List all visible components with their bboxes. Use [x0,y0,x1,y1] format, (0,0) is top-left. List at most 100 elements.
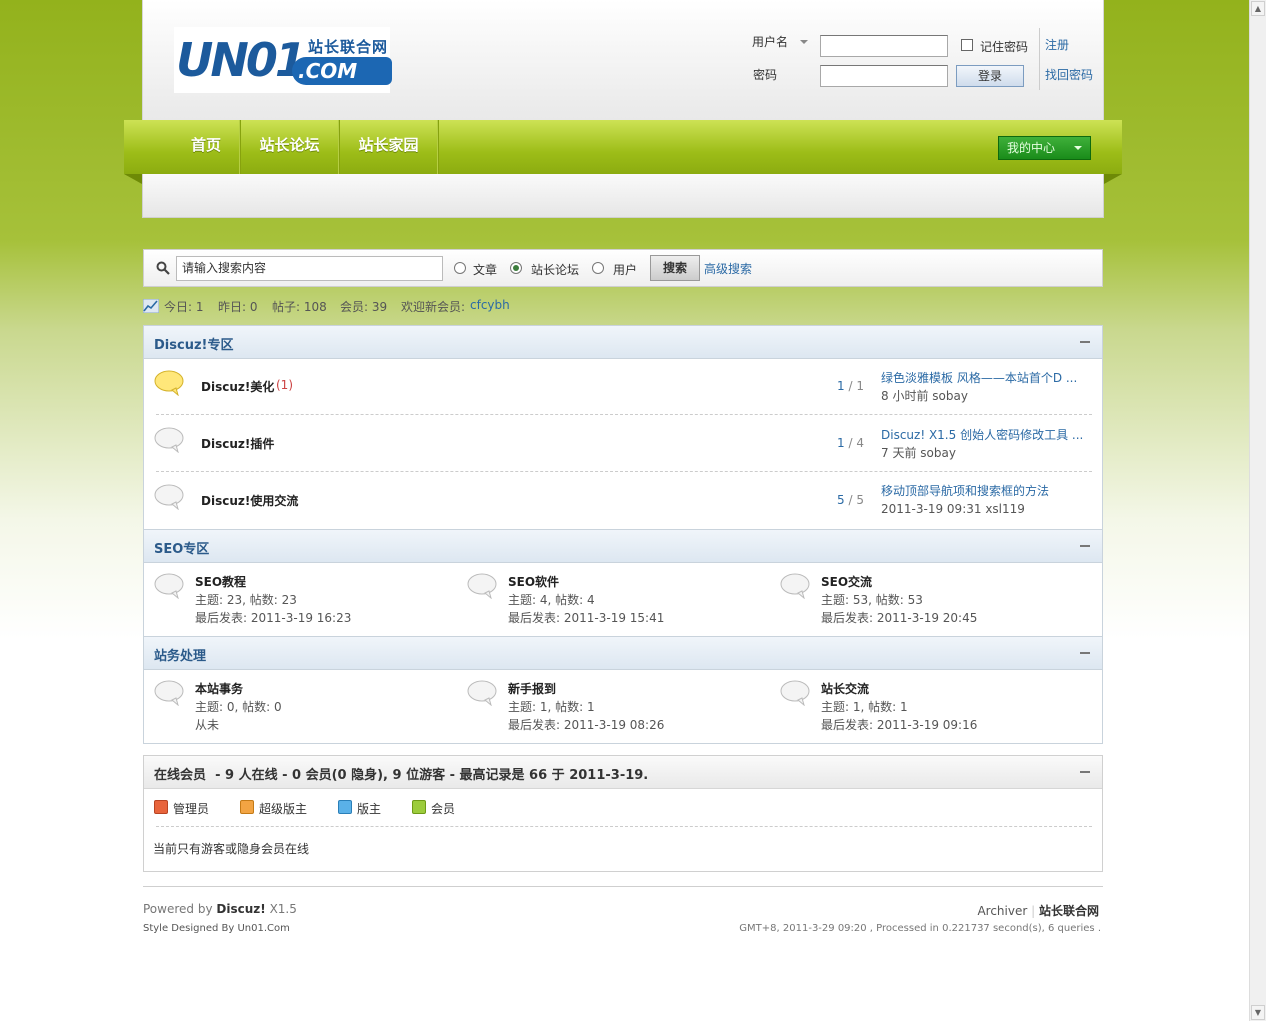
forum-name-link[interactable]: SEO教程 [195,573,246,590]
archiver-link[interactable]: Archiver [977,904,1027,918]
vertical-scrollbar[interactable]: ▲ ▼ [1249,0,1266,1021]
forum-last-post-meta: 8 小时前 sobay [881,389,968,403]
scroll-down-arrow-icon[interactable]: ▼ [1251,1005,1265,1020]
forum-bubble-icon [154,680,184,706]
forum-last-post-link[interactable]: 移动顶部导航项和搜索框的方法 [881,482,1049,499]
forum-name-link[interactable]: 新手报到 [508,680,556,697]
remember-password-checkbox[interactable] [961,39,973,51]
register-link[interactable]: 注册 [1045,36,1069,53]
logo-cn-text: 站长联合网 [308,38,389,56]
search-option-user-radio[interactable] [592,262,604,274]
forum-name-link[interactable]: Discuz!插件 [201,435,274,452]
login-divider [1039,28,1040,90]
username-input[interactable] [820,35,948,57]
forum-last-post: 最后发表: 2011-3-19 20:45 [821,611,978,625]
search-input[interactable]: 请输入搜索内容 [176,256,443,281]
search-button[interactable]: 搜索 [650,255,700,281]
forgot-password-link[interactable]: 找回密码 [1045,66,1093,83]
nav-item-forum[interactable]: 站长论坛 [242,120,337,174]
forum-counts: 主题: 23, 帖数: 23 [195,593,297,607]
moderator-user-icon [338,800,352,814]
online-title-label[interactable]: 在线会员 [154,768,206,783]
nav-separator [338,120,340,174]
forum-counts: 主题: 1, 帖数: 1 [821,700,908,714]
forum-counts: 主题: 1, 帖数: 1 [508,700,595,714]
chevron-down-icon [1074,146,1082,150]
forum-bubble-icon [780,680,810,706]
forum-last-post: 从未 [195,718,220,732]
section-title[interactable]: 站务处理 [154,645,206,664]
nav-separator [239,120,241,174]
section-title[interactable]: Discuz!专区 [154,334,233,353]
forum-name-link[interactable]: Discuz!使用交流 [201,492,298,509]
site-logo[interactable]: UN01 站长联合网 .COM [174,27,392,93]
forum-last-post-meta: 2011-3-19 09:31 xsl119 [881,502,1025,516]
forum-new-bubble-icon [154,370,184,396]
forum-last-post: 最后发表: 2011-3-19 08:26 [508,718,665,732]
logo-text: UN01 [176,33,307,87]
forum-bubble-icon [154,484,184,510]
nav-item-home-space[interactable]: 站长家园 [341,120,436,174]
forum-name-link[interactable]: SEO软件 [508,573,559,590]
header: UN01 站长联合网 .COM 用户名 密码 记住密码 登录 注册 找回密码 [142,0,1104,120]
search-bar: 请输入搜索内容 文章 站长论坛 用户 搜索 高级搜索 [143,249,1103,287]
collapse-icon[interactable] [1080,341,1090,343]
stats-yesterday: 昨日: 0 [218,300,258,314]
nav-item-home[interactable]: 首页 [176,120,236,174]
section-header: Discuz!专区 [144,326,1102,359]
section-site-affairs: 站务处理 本站事务 主题: 0, 帖数: 0 从未 新手报到 主题: 1, 帖数… [143,636,1103,744]
powered-version: X1.5 [269,902,297,916]
style-designed-by: Style Designed By Un01.Com [143,923,290,934]
nav-fold-left [124,174,142,184]
forum-bubble-icon [154,427,184,453]
section-header: SEO专区 [144,530,1102,563]
logo-com-text: .COM [292,57,392,85]
forum-name-link[interactable]: SEO交流 [821,573,872,590]
stats-members: 会员: 39 [340,300,388,314]
forum-counts: 主题: 53, 帖数: 53 [821,593,923,607]
forum-last-post-link[interactable]: Discuz! X1.5 创始人密码修改工具 ... [881,426,1083,443]
powered-by: Powered by Discuz! X1.5 [143,902,297,916]
discuz-link[interactable]: Discuz! [216,902,265,916]
nav-separator [437,120,439,174]
stats-chart-icon [143,299,159,313]
forum-name-link[interactable]: 本站事务 [195,680,243,697]
advanced-search-link[interactable]: 高级搜索 [704,260,752,277]
scroll-up-arrow-icon[interactable]: ▲ [1251,1,1265,16]
forum-last-post-link[interactable]: 绿色淡雅模板 风格——本站首个D ... [881,369,1077,386]
search-option-article-radio[interactable] [454,262,466,274]
forum-last-post: 最后发表: 2011-3-19 15:41 [508,611,665,625]
login-button[interactable]: 登录 [956,65,1024,87]
main-nav: 首页 站长论坛 站长家园 我的中心 [124,120,1122,174]
site-name-link[interactable]: 站长联合网 [1039,904,1099,918]
forum-bubble-icon [780,573,810,599]
legend-member-label: 会员 [431,802,456,816]
section-seo: SEO专区 SEO教程 主题: 23, 帖数: 23 最后发表: 2011-3-… [143,529,1103,637]
nav-fold-right [1104,174,1122,184]
forum-counts: 1 / 4 [837,436,864,450]
password-input[interactable] [820,65,948,87]
super-moderator-user-icon [240,800,254,814]
collapse-icon[interactable] [1080,771,1090,773]
processing-info: GMT+8, 2011-3-29 09:20 , Processed in 0.… [739,923,1101,934]
footer-divider [143,886,1103,887]
sub-nav-bar [142,174,1104,218]
forum-counts: 5 / 5 [837,493,864,507]
row-divider [156,471,1092,472]
forum-bubble-icon [467,573,497,599]
username-label: 用户名 [752,35,789,49]
forum-last-post: 最后发表: 2011-3-19 09:16 [821,718,978,732]
forum-last-post: 最后发表: 2011-3-19 16:23 [195,611,352,625]
online-summary: - 9 人在线 - 0 会员(0 隐身), 9 位游客 - 最高记录是 66 于… [215,768,649,783]
search-option-forum-radio[interactable] [510,262,522,274]
collapse-icon[interactable] [1080,545,1090,547]
forum-name-link[interactable]: 站长交流 [821,680,869,697]
legend-admin-label: 管理员 [173,802,210,816]
forum-name-link[interactable]: Discuz!美化 [201,378,274,395]
username-type-dropdown-icon[interactable] [800,40,808,44]
section-title[interactable]: SEO专区 [154,538,209,557]
online-title: 在线会员 - 9 人在线 - 0 会员(0 隐身), 9 位游客 - 最高记录是… [154,764,648,783]
stats-new-member-link[interactable]: cfcybh [470,298,510,312]
collapse-icon[interactable] [1080,652,1090,654]
my-center-dropdown[interactable]: 我的中心 [998,136,1091,160]
